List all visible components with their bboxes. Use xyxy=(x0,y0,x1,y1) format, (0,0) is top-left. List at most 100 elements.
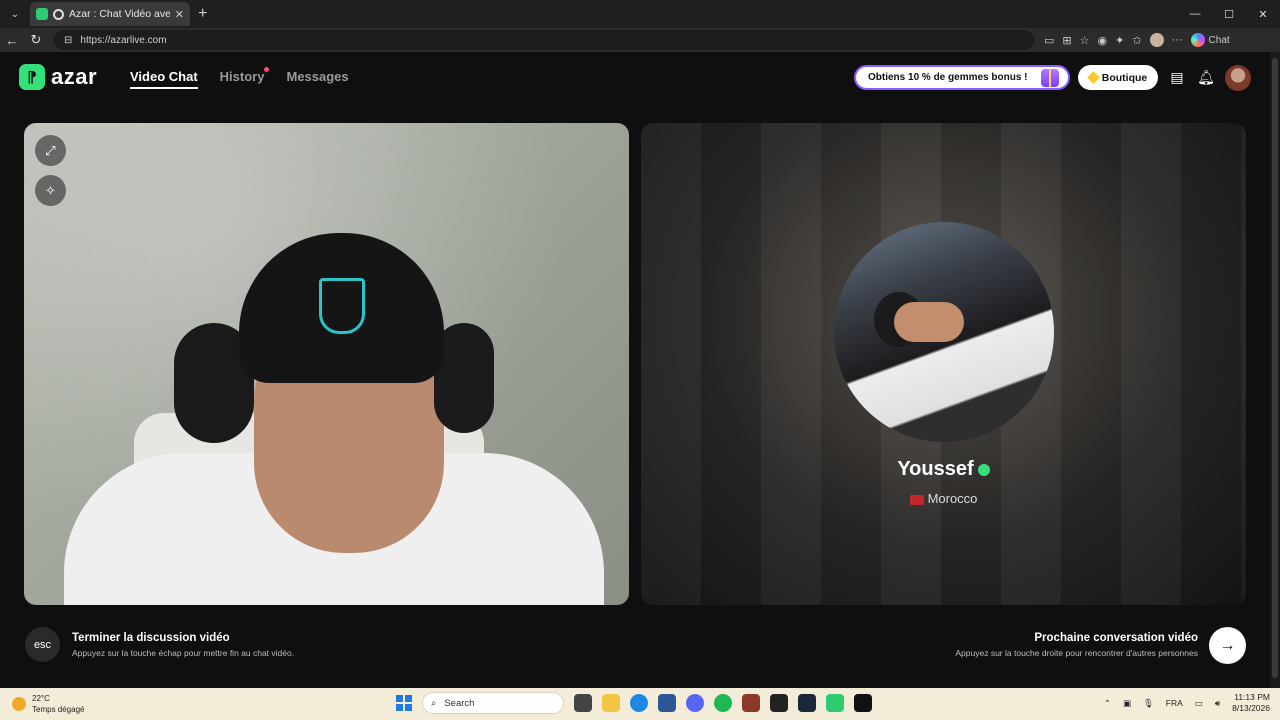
promo-text: Obtiens 10 % de gemmes bonus ! xyxy=(868,72,1028,83)
new-tab-button[interactable]: + xyxy=(198,5,207,23)
tab-strip: ⌄ Azar : Chat Vidéo avec de nou ✕ + — ☐ … xyxy=(0,0,1280,28)
end-chat-hint: Appuyez sur la touche échap pour mettre … xyxy=(72,648,295,658)
photo-subject-arm xyxy=(894,302,964,342)
app-available-icon[interactable]: ⊞ xyxy=(1062,34,1071,47)
profile-avatar-icon[interactable] xyxy=(1149,33,1164,47)
nav-history[interactable]: History xyxy=(219,67,270,84)
nfl-logo-icon xyxy=(319,278,365,334)
system-tray: ⌃ ▣ 🎙︎ FRA ▭ 🔊︎ 11:13 PM 8/13/2026 xyxy=(1104,692,1270,714)
nav-history-label: History xyxy=(219,69,265,84)
search-icon: ⌕ xyxy=(431,697,437,709)
volume-icon[interactable]: 🔊︎ xyxy=(1215,698,1220,709)
back-arrow-icon[interactable]: ← xyxy=(0,28,24,52)
language-indicator[interactable]: FRA xyxy=(1166,698,1183,708)
browser-tab[interactable]: Azar : Chat Vidéo avec de nou ✕ xyxy=(30,2,190,26)
display-icon[interactable]: ▭ xyxy=(1195,698,1203,709)
gift-box-icon xyxy=(1041,68,1060,87)
windows-taskbar: 22°C Temps dégagé ⌕ Search ⌃ ▣ 🎙︎ FRA ▭ … xyxy=(0,688,1280,720)
recording-indicator-icon xyxy=(53,8,64,20)
main-nav: Video Chat History Messages xyxy=(130,67,349,89)
maximize-button[interactable]: ☐ xyxy=(1212,0,1246,28)
window-controls: — ☐ ✕ xyxy=(1178,0,1280,28)
tab-title: Azar : Chat Vidéo avec de nou xyxy=(69,8,170,20)
partner-profile-photo xyxy=(834,222,1054,442)
morocco-flag-icon xyxy=(909,494,924,505)
copilot-icon xyxy=(1190,33,1205,47)
partner-country: Morocco xyxy=(927,491,978,506)
azar-page: ⁋ azar Video Chat History Messages Obtie… xyxy=(0,52,1270,688)
store-icon[interactable] xyxy=(658,694,676,712)
minimize-button[interactable]: — xyxy=(1178,0,1212,28)
end-chat-title: Terminer la discussion vidéo xyxy=(72,632,230,644)
avatar[interactable] xyxy=(1225,65,1251,91)
network-device-icon[interactable]: ▣ xyxy=(1123,698,1131,709)
notification-dot-icon xyxy=(264,67,270,72)
favorite-star-icon[interactable]: ☆ xyxy=(1080,34,1090,47)
address-bar-row: ← ↻ ⊟ https://azarlive.com ▭ ⊞ ☆ ◉ ✦ ✩ ·… xyxy=(0,28,1280,52)
browser-toolbar: ▭ ⊞ ☆ ◉ ✦ ✩ ··· Chat xyxy=(1044,33,1230,47)
browser-window: ⌄ Azar : Chat Vidéo avec de nou ✕ + — ☐ … xyxy=(0,0,1280,688)
weather-widget[interactable]: 22°C Temps dégagé xyxy=(12,693,84,715)
moon-weather-icon xyxy=(12,697,26,711)
tab-actions-menu-icon[interactable]: ⌄ xyxy=(6,5,24,23)
gem-icon xyxy=(1086,71,1100,84)
nav-messages[interactable]: Messages xyxy=(286,69,348,84)
verified-badge-icon xyxy=(977,463,990,476)
extensions-puzzle-icon[interactable]: ✦ xyxy=(1115,34,1124,47)
azar-favicon-icon xyxy=(36,8,48,20)
windows-start-icon[interactable] xyxy=(396,695,412,711)
weather-desc: Temps dégagé xyxy=(32,705,85,714)
nav-video-chat[interactable]: Video Chat xyxy=(130,69,198,89)
extension-shield-icon[interactable]: ◉ xyxy=(1098,34,1108,47)
discord-icon[interactable] xyxy=(686,694,704,712)
close-window-button[interactable]: ✕ xyxy=(1246,0,1280,28)
taskbar-apps: ⌕ Search xyxy=(396,692,872,714)
gem-bonus-promo-button[interactable]: Obtiens 10 % de gemmes bonus ! xyxy=(854,65,1070,90)
magic-wand-icon[interactable]: ✧ xyxy=(35,175,66,206)
page-scrollbar[interactable] xyxy=(1270,52,1280,688)
partner-country-row: Morocco xyxy=(641,491,1246,506)
expand-icon[interactable]: ⤢ xyxy=(35,135,66,166)
my-camera-video: ⤢ ✧ xyxy=(24,123,629,605)
bell-icon[interactable]: 🔔︎ xyxy=(1197,68,1215,86)
next-chat-button[interactable]: → xyxy=(1209,627,1246,664)
tab-close-icon[interactable]: ✕ xyxy=(175,8,184,21)
scrollbar-thumb[interactable] xyxy=(1272,58,1278,678)
url-text: https://azarlive.com xyxy=(80,34,167,46)
partner-name: Youssef xyxy=(897,458,974,480)
chevron-up-icon[interactable]: ⌃ xyxy=(1104,698,1111,709)
steam-icon[interactable] xyxy=(798,694,816,712)
spotify-icon[interactable] xyxy=(714,694,732,712)
shop-label: Boutique xyxy=(1101,71,1148,84)
game-app-icon[interactable] xyxy=(742,694,760,712)
azar-app-icon[interactable] xyxy=(826,694,844,712)
brand-name: azar xyxy=(51,64,98,89)
camera-in-use-icon[interactable]: ▭ xyxy=(1044,34,1054,47)
microphone-icon[interactable]: 🎙︎ xyxy=(1143,698,1154,709)
epic-games-icon[interactable] xyxy=(770,694,788,712)
url-field[interactable]: ⊟ https://azarlive.com xyxy=(54,30,1034,50)
task-view-icon[interactable] xyxy=(574,694,592,712)
clock[interactable]: 11:13 PM 8/13/2026 xyxy=(1232,692,1270,714)
search-placeholder: Search xyxy=(444,697,475,709)
capcut-icon[interactable] xyxy=(854,694,872,712)
copilot-button[interactable]: Chat xyxy=(1190,33,1230,47)
refresh-icon[interactable]: ↻ xyxy=(24,28,48,52)
next-chat-title: Prochaine conversation vidéo xyxy=(1034,632,1198,644)
weather-temp: 22°C xyxy=(32,694,50,703)
more-menu-icon[interactable]: ··· xyxy=(1172,34,1183,46)
site-info-icon[interactable]: ⊟ xyxy=(64,35,72,46)
next-chat-hint: Appuyez sur la touche droite pour rencon… xyxy=(955,648,1198,658)
azar-logo[interactable]: ⁋ azar xyxy=(19,64,97,90)
taskbar-search[interactable]: ⌕ Search xyxy=(422,692,564,714)
shop-button[interactable]: Boutique xyxy=(1078,65,1158,90)
file-explorer-icon[interactable] xyxy=(602,694,620,712)
copilot-label: Chat xyxy=(1208,34,1230,46)
favorites-icon[interactable]: ✩ xyxy=(1132,34,1141,47)
partner-video: Youssef Morocco xyxy=(641,123,1246,605)
end-chat-button[interactable]: esc xyxy=(25,627,60,662)
edge-browser-icon[interactable] xyxy=(630,694,648,712)
inbox-archive-icon[interactable]: ▤ xyxy=(1168,68,1186,86)
clock-time: 11:13 PM xyxy=(1234,692,1270,702)
clock-date: 8/13/2026 xyxy=(1232,703,1270,713)
